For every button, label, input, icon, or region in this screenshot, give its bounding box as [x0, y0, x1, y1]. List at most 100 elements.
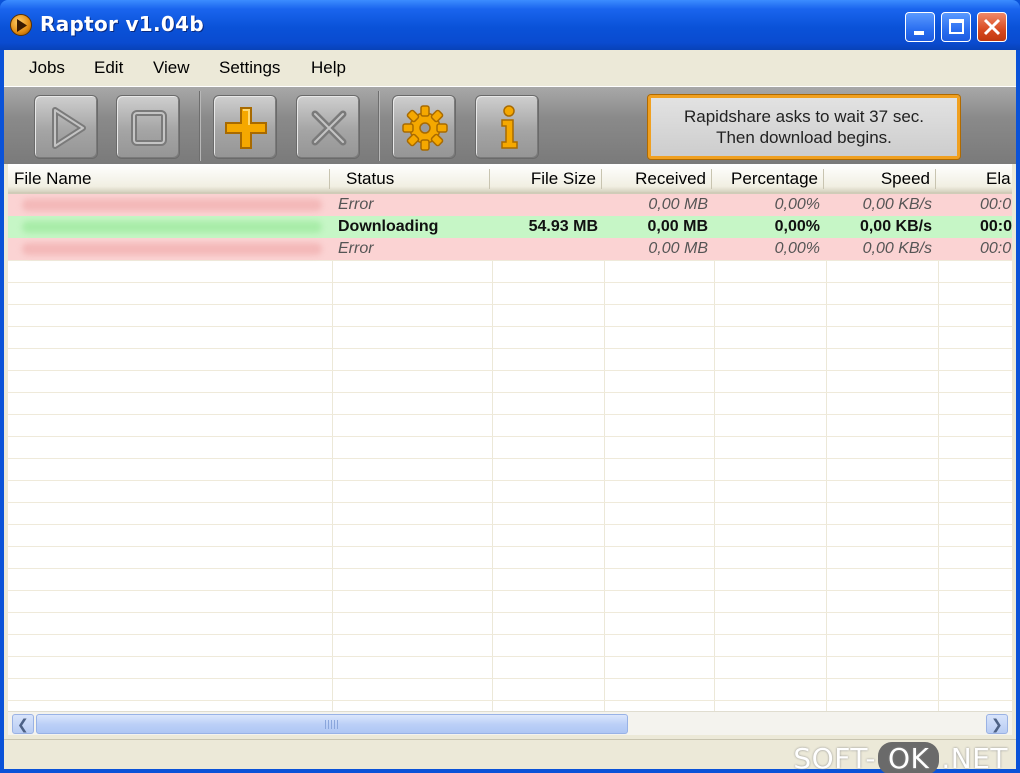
download-list[interactable]: File Name Status File Size Received Perc…: [8, 164, 1012, 735]
watermark: SOFT- OK .NET: [793, 742, 1008, 773]
cell-elapsed: 00:0: [980, 196, 1012, 213]
scroll-left-button[interactable]: ❮: [12, 714, 34, 734]
grid-line: [8, 326, 1012, 327]
column-file-size[interactable]: File Size: [490, 164, 602, 194]
grid-line: [8, 524, 1012, 525]
cell-file-size: [492, 194, 604, 216]
cell-status: Error: [338, 196, 374, 213]
minimize-button[interactable]: [905, 12, 935, 42]
status-bar: SOFT- OK .NET: [4, 739, 1016, 773]
cell-speed: 0,00 KB/s: [859, 218, 932, 235]
grid-line: [8, 304, 1012, 305]
grid-line: [8, 568, 1012, 569]
raptor-app-icon[interactable]: [10, 14, 32, 36]
window-title: Raptor v1.04b: [40, 12, 204, 36]
cell-file-size: 54.93 MB: [528, 218, 598, 235]
grid-line: [8, 480, 1012, 481]
grid-line: [8, 700, 1012, 701]
grid-line: [8, 458, 1012, 459]
notice-line-1: Rapidshare asks to wait 37 sec.: [683, 107, 924, 126]
client-area: Jobs Edit View Settings Help Rapidshare …: [4, 50, 1016, 773]
cell-elapsed: 00:0: [980, 218, 1012, 235]
table-row[interactable]: Downloading 54.93 MB 0,00 MB 0,00% 0,00 …: [8, 216, 1012, 238]
grid-line: [8, 634, 1012, 635]
close-icon: [983, 18, 1001, 36]
menu-jobs[interactable]: Jobs: [29, 58, 65, 78]
grid-line: [8, 348, 1012, 349]
cell-elapsed: 00:0: [980, 240, 1012, 257]
play-icon: [52, 107, 86, 149]
watermark-part-1: SOFT-: [793, 742, 876, 773]
cell-received: 0,00 MB: [647, 218, 708, 235]
cell-status: Downloading: [338, 218, 439, 235]
close-button[interactable]: [977, 12, 1007, 42]
notice-line-2: Then download begins.: [716, 128, 892, 147]
grid-line: [8, 678, 1012, 679]
cell-received: 0,00 MB: [648, 240, 708, 257]
grid-line: [8, 414, 1012, 415]
grid-line: [8, 370, 1012, 371]
column-speed[interactable]: Speed: [824, 164, 936, 194]
minimize-icon: [914, 31, 924, 35]
info-icon: [501, 105, 518, 149]
cell-speed: 0,00 KB/s: [862, 196, 932, 213]
grid-line: [8, 502, 1012, 503]
list-header: File Name Status File Size Received Perc…: [8, 164, 1012, 194]
cell-percentage: 0,00%: [774, 218, 820, 235]
grid-line: [8, 392, 1012, 393]
arrow-right-icon: ❯: [991, 716, 1003, 732]
remove-button[interactable]: [296, 95, 360, 159]
column-received[interactable]: Received: [602, 164, 712, 194]
redacted-file-name: [22, 199, 322, 211]
menu-view[interactable]: View: [153, 58, 190, 78]
settings-button[interactable]: [392, 95, 456, 159]
arrow-left-icon: ❮: [17, 716, 29, 732]
watermark-part-3: .NET: [941, 742, 1008, 773]
cell-speed: 0,00 KB/s: [862, 240, 932, 257]
menu-bar: Jobs Edit View Settings Help: [4, 50, 1016, 86]
list-body: Error 0,00 MB 0,00% 0,00 KB/s 00:0 Downl…: [8, 194, 1012, 711]
watermark-part-2: OK: [877, 742, 940, 773]
add-button[interactable]: [213, 95, 277, 159]
maximize-button[interactable]: [941, 12, 971, 42]
cell-percentage: 0,00%: [774, 240, 820, 257]
grid-line: [8, 590, 1012, 591]
grid-line: [8, 282, 1012, 283]
cell-file-size: [492, 238, 604, 260]
redacted-file-name: [22, 221, 322, 233]
scrollbar-thumb[interactable]: [36, 714, 628, 734]
grid-line: [8, 436, 1012, 437]
download-notice: Rapidshare asks to wait 37 sec. Then dow…: [648, 95, 960, 159]
cell-percentage: 0,00%: [774, 196, 820, 213]
grid-line: [8, 612, 1012, 613]
grid-line: [8, 260, 1012, 261]
column-status[interactable]: Status: [340, 164, 490, 194]
toolbar: Rapidshare asks to wait 37 sec. Then dow…: [4, 86, 1016, 164]
column-file-name[interactable]: File Name: [8, 164, 330, 194]
redacted-file-name: [22, 243, 322, 255]
table-row[interactable]: Error 0,00 MB 0,00% 0,00 KB/s 00:0: [8, 194, 1012, 216]
title-bar[interactable]: Raptor v1.04b: [0, 0, 1020, 50]
stop-button[interactable]: [116, 95, 180, 159]
toolbar-separator: [199, 91, 201, 161]
menu-edit[interactable]: Edit: [94, 58, 123, 78]
horizontal-scrollbar[interactable]: ❮ ❯: [8, 711, 1012, 735]
info-button[interactable]: [475, 95, 539, 159]
table-row[interactable]: Error 0,00 MB 0,00% 0,00 KB/s 00:0: [8, 238, 1012, 260]
menu-settings[interactable]: Settings: [219, 58, 280, 78]
grid-line: [8, 546, 1012, 547]
gear-icon: [402, 105, 448, 151]
cell-received: 0,00 MB: [648, 196, 708, 213]
menu-help[interactable]: Help: [311, 58, 346, 78]
column-percentage[interactable]: Percentage: [712, 164, 824, 194]
maximize-icon: [949, 19, 964, 34]
toolbar-separator: [378, 91, 380, 161]
app-window: Raptor v1.04b Jobs Edit View Settings He…: [0, 0, 1020, 773]
scroll-right-button[interactable]: ❯: [986, 714, 1008, 734]
column-elapsed[interactable]: Ela: [980, 164, 1012, 194]
start-button[interactable]: [34, 95, 98, 159]
plus-icon: [225, 107, 267, 149]
cross-icon: [311, 110, 347, 146]
stop-icon: [131, 110, 167, 146]
cell-status: Error: [338, 240, 374, 257]
